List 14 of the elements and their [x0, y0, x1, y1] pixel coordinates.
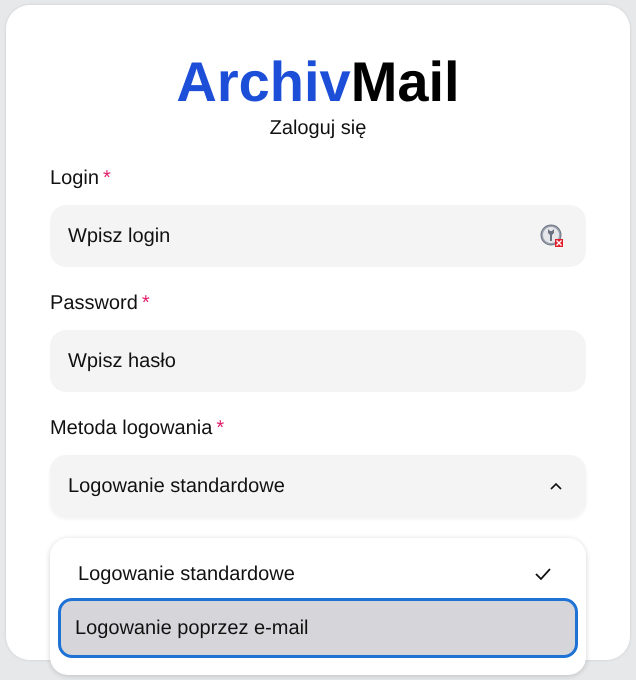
dropdown-option[interactable]: Logowanie standardowe — [58, 552, 578, 596]
required-mark: * — [142, 291, 150, 316]
input-field[interactable]: Wpisz hasło — [50, 330, 586, 392]
input-field[interactable]: Wpisz login — [50, 205, 586, 267]
logo: ArchivMail — [175, 50, 461, 114]
required-mark: * — [102, 166, 111, 191]
field-label: Metoda logowania — [50, 416, 212, 441]
dropdown-option[interactable]: Logowanie poprzez e-mail — [58, 598, 578, 658]
field-label: Password — [50, 291, 138, 316]
key-icon[interactable] — [540, 224, 564, 248]
field-label: Login — [50, 166, 99, 191]
subtitle: Zaloguj się — [268, 116, 368, 141]
select-field[interactable]: Logowanie standardowe — [50, 455, 586, 517]
required-mark: * — [216, 416, 224, 441]
